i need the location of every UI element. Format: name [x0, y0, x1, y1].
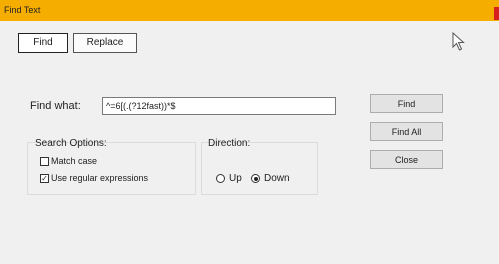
close-window-icon[interactable] [494, 7, 499, 20]
find-all-button[interactable]: Find All [370, 122, 443, 141]
title-bar: Find Text [0, 0, 499, 21]
window-title: Find Text [4, 5, 41, 15]
match-case-label: Match case [51, 156, 98, 166]
close-button[interactable]: Close [370, 150, 443, 169]
regex-checkbox[interactable]: ✓ [40, 174, 49, 183]
search-options-title: Search Options: [35, 138, 107, 149]
checkmark-icon: ✓ [41, 174, 48, 183]
direction-group [201, 142, 318, 195]
direction-up-label: Up [229, 173, 242, 184]
regex-label: Use regular expressions [51, 173, 149, 183]
direction-up-radio[interactable] [216, 174, 225, 183]
find-button[interactable]: Find [370, 94, 443, 113]
search-options-group [27, 142, 196, 195]
tab-replace[interactable]: Replace [73, 33, 137, 53]
direction-down-label: Down [264, 173, 290, 184]
mouse-pointer-icon [452, 32, 465, 51]
find-what-input[interactable] [102, 97, 336, 115]
tab-find[interactable]: Find [18, 33, 68, 53]
direction-down-radio[interactable] [251, 174, 260, 183]
find-what-label: Find what: [30, 100, 81, 112]
match-case-checkbox[interactable] [40, 157, 49, 166]
radio-selected-dot [253, 176, 258, 181]
direction-title: Direction: [208, 138, 251, 149]
